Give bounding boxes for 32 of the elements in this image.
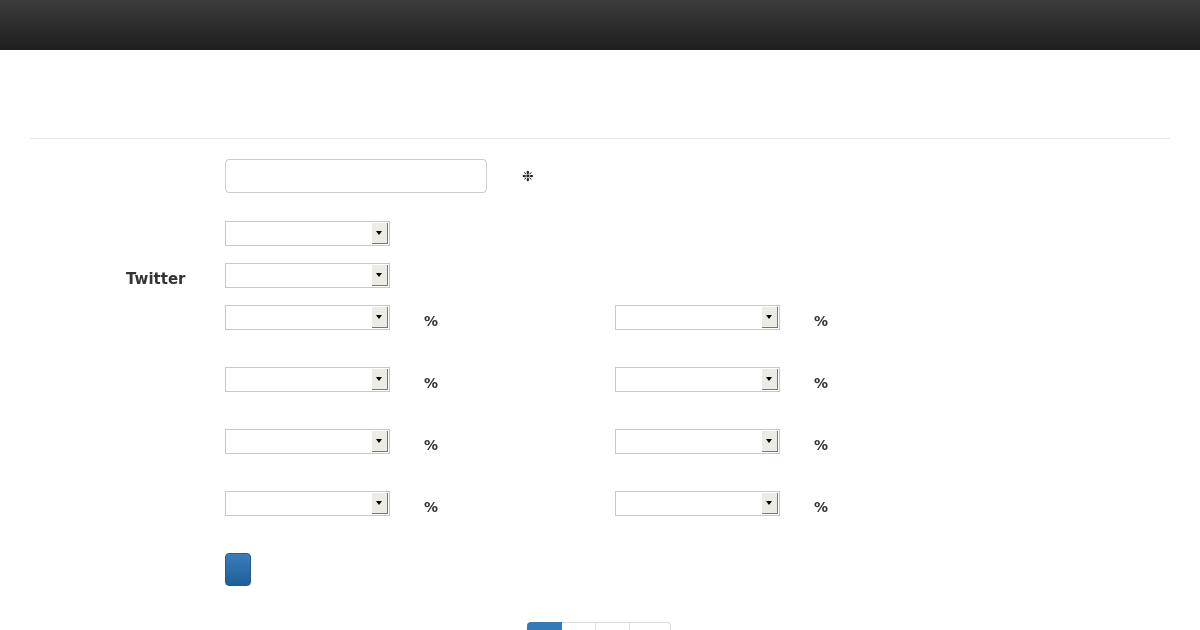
asterism-icon: ❉: [522, 168, 534, 184]
field-label: Twitter: [125, 270, 186, 288]
caret-icon: [372, 265, 388, 286]
caret-icon: [372, 223, 388, 244]
percent-unit: %: [813, 498, 830, 515]
caret-icon: [372, 307, 388, 328]
percent-unit: %: [813, 374, 830, 391]
text-field[interactable]: [225, 159, 487, 193]
dropdown[interactable]: [225, 221, 390, 246]
percent-unit: %: [813, 436, 830, 453]
caret-icon: [762, 369, 778, 390]
percent-unit: %: [423, 374, 440, 391]
percent-unit: %: [423, 498, 440, 515]
dropdown[interactable]: [225, 429, 390, 454]
dropdown[interactable]: [615, 429, 780, 454]
dropdown[interactable]: [615, 367, 780, 392]
caret-icon: [762, 431, 778, 452]
caret-icon: [762, 493, 778, 514]
dropdown[interactable]: [615, 305, 780, 330]
dropdown[interactable]: [225, 367, 390, 392]
caret-icon: [372, 431, 388, 452]
dropdown[interactable]: [225, 263, 390, 288]
percent-unit: %: [813, 312, 830, 329]
dropdown[interactable]: [615, 491, 780, 516]
percent-unit: %: [423, 436, 440, 453]
caret-icon: [372, 493, 388, 514]
submit-button[interactable]: [225, 553, 251, 586]
dropdown[interactable]: [225, 305, 390, 330]
dropdown[interactable]: [225, 491, 390, 516]
caret-icon: [762, 307, 778, 328]
percent-unit: %: [423, 312, 440, 329]
caret-icon: [372, 369, 388, 390]
